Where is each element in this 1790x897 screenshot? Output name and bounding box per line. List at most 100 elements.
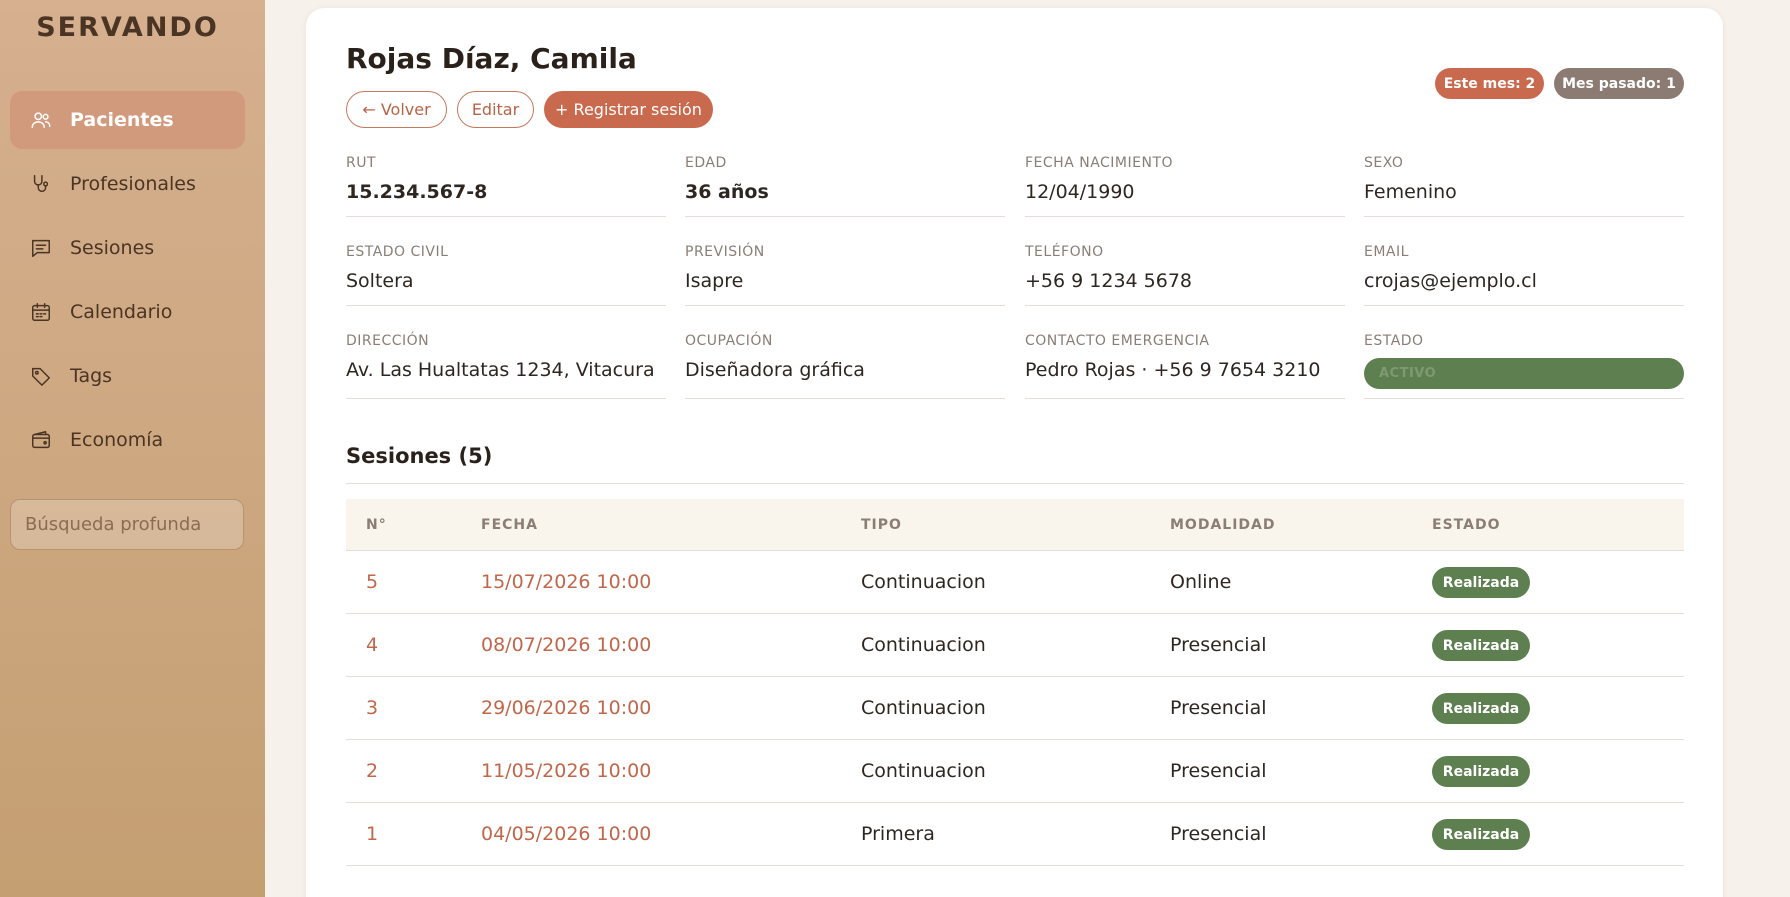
calendar-icon: [30, 301, 52, 323]
last-month-badge: Mes pasado: 1: [1554, 68, 1684, 99]
status-badge: Realizada: [1432, 630, 1530, 661]
table-row[interactable]: 5 15/07/2026 10:00 Continuacion Online R…: [346, 551, 1684, 614]
sidebar: SERVANDO Pacientes Profesionales Sesione…: [0, 0, 265, 897]
status-badge: ACTIVO: [1364, 358, 1684, 389]
tag-icon: [30, 365, 52, 387]
stethoscope-icon: [30, 173, 52, 195]
sidebar-item-label: Pacientes: [70, 109, 174, 131]
sidebar-item-economia[interactable]: Economía: [10, 411, 245, 469]
session-type: Continuacion: [861, 634, 986, 656]
table-row[interactable]: 2 11/05/2026 10:00 Continuacion Presenci…: [346, 740, 1684, 803]
field-value: 15.234.567-8: [346, 181, 488, 203]
field-label: FECHA NACIMIENTO: [1025, 155, 1174, 171]
session-number[interactable]: 4: [366, 634, 378, 656]
table-row[interactable]: 3 29/06/2026 10:00 Continuacion Presenci…: [346, 677, 1684, 740]
session-date-link[interactable]: 11/05/2026 10:00: [481, 760, 651, 782]
table-row[interactable]: 1 04/05/2026 10:00 Primera Presencial Re…: [346, 803, 1684, 866]
field-estado: ESTADO ACTIVO: [1364, 333, 1684, 399]
sidebar-item-profesionales[interactable]: Profesionales: [10, 155, 245, 213]
field-label: ESTADO CIVIL: [346, 244, 449, 260]
divider: [346, 483, 1684, 484]
session-type: Continuacion: [861, 697, 986, 719]
session-type: Continuacion: [861, 760, 986, 782]
field-prevision: PREVISIÓN Isapre: [685, 244, 1005, 306]
session-modality: Online: [1170, 571, 1232, 593]
session-type: Continuacion: [861, 571, 986, 593]
field-label: CONTACTO EMERGENCIA: [1025, 333, 1210, 349]
sessions-title: Sesiones (5): [346, 444, 493, 468]
field-label: ESTADO: [1364, 333, 1424, 349]
field-value: Isapre: [685, 270, 744, 292]
sidebar-item-calendario[interactable]: Calendario: [10, 283, 245, 341]
session-type: Primera: [861, 823, 935, 845]
field-value: Pedro Rojas · +56 9 7654 3210: [1025, 359, 1321, 381]
sidebar-item-tags[interactable]: Tags: [10, 347, 245, 405]
status-badge: Realizada: [1432, 819, 1530, 850]
field-label: OCUPACIÓN: [685, 333, 773, 349]
field-rut: RUT 15.234.567-8: [346, 155, 666, 217]
session-date-link[interactable]: 04/05/2026 10:00: [481, 823, 651, 845]
field-edad: EDAD 36 años: [685, 155, 1005, 217]
sidebar-item-pacientes[interactable]: Pacientes: [10, 91, 245, 149]
field-label: PREVISIÓN: [685, 244, 765, 260]
field-sexo: SEXO Femenino: [1364, 155, 1684, 217]
patient-name: Rojas Díaz, Camila: [346, 42, 637, 75]
field-label: DIRECCIÓN: [346, 333, 430, 349]
status-badge: Realizada: [1432, 693, 1530, 724]
sidebar-item-label: Sesiones: [70, 237, 155, 259]
column-header-tipo: TIPO: [861, 517, 902, 533]
register-session-button[interactable]: + Registrar sesión: [544, 91, 713, 128]
column-header-num: N°: [366, 517, 387, 533]
session-number[interactable]: 1: [366, 823, 378, 845]
field-email: EMAIL crojas@ejemplo.cl: [1364, 244, 1684, 306]
session-date-link[interactable]: 29/06/2026 10:00: [481, 697, 651, 719]
field-telefono: TELÉFONO +56 9 1234 5678: [1025, 244, 1345, 306]
sidebar-item-label: Tags: [70, 365, 113, 387]
sessions-table-header: N° FECHA TIPO MODALIDAD ESTADO: [346, 499, 1684, 551]
column-header-fecha: FECHA: [481, 517, 538, 533]
field-fecha-nacimiento: FECHA NACIMIENTO 12/04/1990: [1025, 155, 1345, 217]
sidebar-item-label: Economía: [70, 429, 164, 451]
session-modality: Presencial: [1170, 634, 1267, 656]
chat-icon: [30, 237, 52, 259]
session-number[interactable]: 3: [366, 697, 378, 719]
field-label: EMAIL: [1364, 244, 1409, 260]
status-badge: Realizada: [1432, 756, 1530, 787]
field-label: EDAD: [685, 155, 727, 171]
field-value: Av. Las Hualtatas 1234, Vitacura: [346, 359, 655, 381]
status-badge: Realizada: [1432, 567, 1530, 598]
session-number[interactable]: 5: [366, 571, 378, 593]
brand-logo[interactable]: SERVANDO: [0, 12, 255, 43]
field-value: 12/04/1990: [1025, 181, 1135, 203]
sidebar-item-sesiones[interactable]: Sesiones: [10, 219, 245, 277]
field-value: Femenino: [1364, 181, 1457, 203]
session-date-link[interactable]: 15/07/2026 10:00: [481, 571, 651, 593]
wallet-icon: [30, 429, 52, 451]
session-modality: Presencial: [1170, 697, 1267, 719]
field-contacto-emergencia: CONTACTO EMERGENCIA Pedro Rojas · +56 9 …: [1025, 333, 1345, 399]
session-date-link[interactable]: 08/07/2026 10:00: [481, 634, 651, 656]
back-button[interactable]: ← Volver: [346, 91, 447, 128]
this-month-badge: Este mes: 2: [1435, 68, 1544, 99]
users-icon: [30, 109, 52, 131]
field-value: Soltera: [346, 270, 414, 292]
edit-button[interactable]: Editar: [457, 91, 534, 128]
column-header-modalidad: MODALIDAD: [1170, 517, 1276, 533]
column-header-estado: ESTADO: [1432, 517, 1501, 533]
field-value: Diseñadora gráfica: [685, 359, 865, 381]
field-ocupacion: OCUPACIÓN Diseñadora gráfica: [685, 333, 1005, 399]
session-modality: Presencial: [1170, 760, 1267, 782]
deep-search-input[interactable]: [10, 499, 244, 550]
field-label: RUT: [346, 155, 377, 171]
field-value: +56 9 1234 5678: [1025, 270, 1193, 292]
session-number[interactable]: 2: [366, 760, 378, 782]
field-direccion: DIRECCIÓN Av. Las Hualtatas 1234, Vitacu…: [346, 333, 666, 399]
field-label: SEXO: [1364, 155, 1404, 171]
table-row[interactable]: 4 08/07/2026 10:00 Continuacion Presenci…: [346, 614, 1684, 677]
sidebar-item-label: Profesionales: [70, 173, 196, 195]
field-value: crojas@ejemplo.cl: [1364, 270, 1537, 292]
field-value: 36 años: [685, 181, 769, 203]
session-modality: Presencial: [1170, 823, 1267, 845]
field-estado-civil: ESTADO CIVIL Soltera: [346, 244, 666, 306]
field-label: TELÉFONO: [1025, 244, 1104, 260]
